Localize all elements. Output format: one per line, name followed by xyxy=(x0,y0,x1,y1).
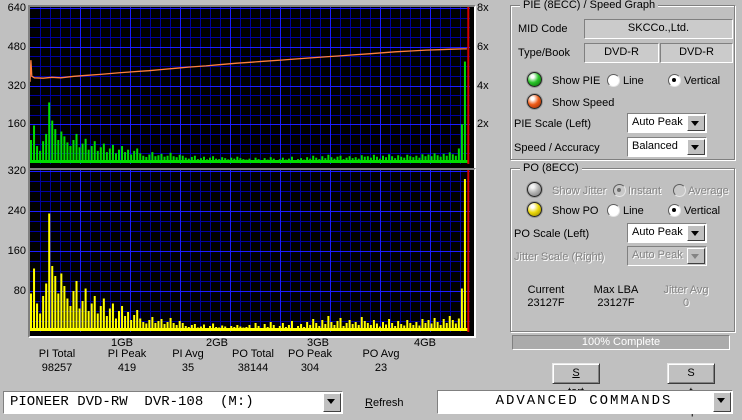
po-axis-tick: 160 xyxy=(7,245,26,257)
jitter-avg-value: 0 xyxy=(682,297,690,309)
show-po-led-button[interactable] xyxy=(527,202,542,217)
stat-value: 304 xyxy=(300,362,320,374)
po-graph xyxy=(28,168,476,338)
show-po-label: Show PO xyxy=(552,205,599,217)
pie-axis-tick: 640 xyxy=(7,2,26,14)
current-lba-value: 23127F xyxy=(527,297,565,309)
stat-value: 98257 xyxy=(41,362,73,374)
po-vertical-label: Vertical xyxy=(684,205,721,217)
jitter-scale-label: Jitter Scale (Right) xyxy=(514,251,605,263)
speed-accuracy-value: Balanced xyxy=(632,140,678,152)
dropdown-arrow-icon xyxy=(687,248,705,264)
speed-axis-tick: 2x xyxy=(477,118,489,131)
pie-scale-label: PIE Scale (Left) xyxy=(514,118,592,130)
max-lba-value: 23127F xyxy=(597,297,635,309)
jitter-scale-select: Auto Peak xyxy=(627,246,707,266)
drive-select[interactable]: PIONEER DVD-RW DVR-108 (M:) xyxy=(3,391,343,414)
refresh-button[interactable]: Refresh xyxy=(365,397,404,409)
speed-accuracy-select[interactable]: Balanced xyxy=(627,137,707,157)
stat-value: 35 xyxy=(181,362,195,374)
pie-axis-tick: 160 xyxy=(7,118,26,131)
jitter-instant-radio xyxy=(613,184,626,197)
stat-pi-total: PI Total 98257 xyxy=(20,348,94,374)
mid-code-label: MID Code xyxy=(518,23,568,35)
speed-axis-tick: 6x xyxy=(477,40,489,53)
po-graph-canvas xyxy=(30,170,470,332)
pie-speed-graph-canvas xyxy=(30,7,470,164)
pie-vertical-label: Vertical xyxy=(684,75,721,87)
drive-select-value: PIONEER DVD-RW DVR-108 (M:) xyxy=(10,394,254,410)
show-speed-label: Show Speed xyxy=(552,97,615,109)
progress-text: 100% Complete xyxy=(581,336,661,348)
book-type-value: DVD-R xyxy=(679,46,714,58)
dropdown-arrow-icon[interactable] xyxy=(687,115,705,131)
po-axis-tick: 240 xyxy=(7,205,26,217)
speed-axis-tick: 8x xyxy=(477,2,489,14)
stat-po-avg: PO Avg 23 xyxy=(344,348,418,374)
dropdown-arrow-icon[interactable] xyxy=(323,393,341,412)
disc-type-field: DVD-R xyxy=(584,43,659,63)
pie-vertical-radio[interactable] xyxy=(668,74,681,87)
stat-label: PI Total xyxy=(38,348,76,360)
po-axis-tick: 320 xyxy=(7,165,26,177)
po-line-radio[interactable] xyxy=(607,204,620,217)
show-jitter-led-button xyxy=(527,182,542,197)
advanced-commands-select[interactable]: ADVANCED COMMANDS xyxy=(437,390,733,414)
stat-pi-avg: PI Avg 35 xyxy=(151,348,225,374)
mid-code-value: SKCCo.,Ltd. xyxy=(627,22,690,34)
advanced-commands-value: ADVANCED COMMANDS xyxy=(495,393,673,409)
stop-button[interactable]: Stop xyxy=(667,363,715,417)
po-scale-label: PO Scale (Left) xyxy=(514,228,590,240)
stat-po-peak: PO Peak 304 xyxy=(273,348,347,374)
dropdown-arrow-icon[interactable] xyxy=(713,392,731,412)
dropdown-arrow-icon[interactable] xyxy=(687,225,705,241)
speed-axis-tick: 4x xyxy=(477,79,489,92)
scan-progress-bar: 100% Complete xyxy=(512,335,730,350)
po-scale-value: Auto Peak xyxy=(632,226,683,238)
jitter-scale-value: Auto Peak xyxy=(632,249,683,261)
stat-value: 23 xyxy=(374,362,388,374)
pie-axis-tick: 480 xyxy=(7,40,26,53)
dvdinfopro-window: 640 480 320 160 8x 6x 4x 2x 320 240 160 80 1GB 2GB 3GB… xyxy=(0,0,742,420)
max-lba-label: Max LBA xyxy=(593,284,639,296)
pie-scale-value: Auto Peak xyxy=(632,116,683,128)
speed-accuracy-label: Speed / Accuracy xyxy=(514,142,600,154)
po-scale-select[interactable]: Auto Peak xyxy=(627,223,707,243)
jitter-avg-label: Jitter Avg xyxy=(663,284,709,296)
pie-scale-select[interactable]: Auto Peak xyxy=(627,113,707,133)
dropdown-arrow-icon[interactable] xyxy=(687,139,705,155)
pie-axis-tick: 320 xyxy=(7,79,26,92)
disc-type-value: DVD-R xyxy=(604,46,639,58)
stat-label: PO Avg xyxy=(362,348,400,360)
current-lba-label: Current xyxy=(527,284,565,296)
start-button[interactable]: Start xyxy=(552,363,600,398)
po-group-title: PO (8ECC) xyxy=(520,162,582,175)
stat-label: PO Peak xyxy=(287,348,333,360)
type-book-label: Type/Book xyxy=(518,47,570,59)
show-pie-label: Show PIE xyxy=(552,75,601,87)
book-type-field: DVD-R xyxy=(660,43,733,63)
pie-line-radio[interactable] xyxy=(607,74,620,87)
jitter-average-label: Average xyxy=(688,185,729,197)
pie-speed-graph xyxy=(28,5,476,170)
stat-label: PI Avg xyxy=(172,348,204,360)
po-vertical-radio[interactable] xyxy=(668,204,681,217)
po-line-label: Line xyxy=(623,205,644,217)
jitter-instant-label: Instant xyxy=(628,185,662,197)
show-speed-led-button[interactable] xyxy=(527,94,542,109)
pie-line-label: Line xyxy=(623,75,644,87)
show-pie-led-button[interactable] xyxy=(527,72,542,87)
mid-code-field: SKCCo.,Ltd. xyxy=(584,19,733,39)
po-axis-tick: 80 xyxy=(13,285,26,297)
pie-group-title: PIE (8ECC) / Speed Graph xyxy=(520,0,659,12)
show-jitter-label: Show Jitter xyxy=(552,185,607,197)
jitter-average-radio xyxy=(673,184,686,197)
